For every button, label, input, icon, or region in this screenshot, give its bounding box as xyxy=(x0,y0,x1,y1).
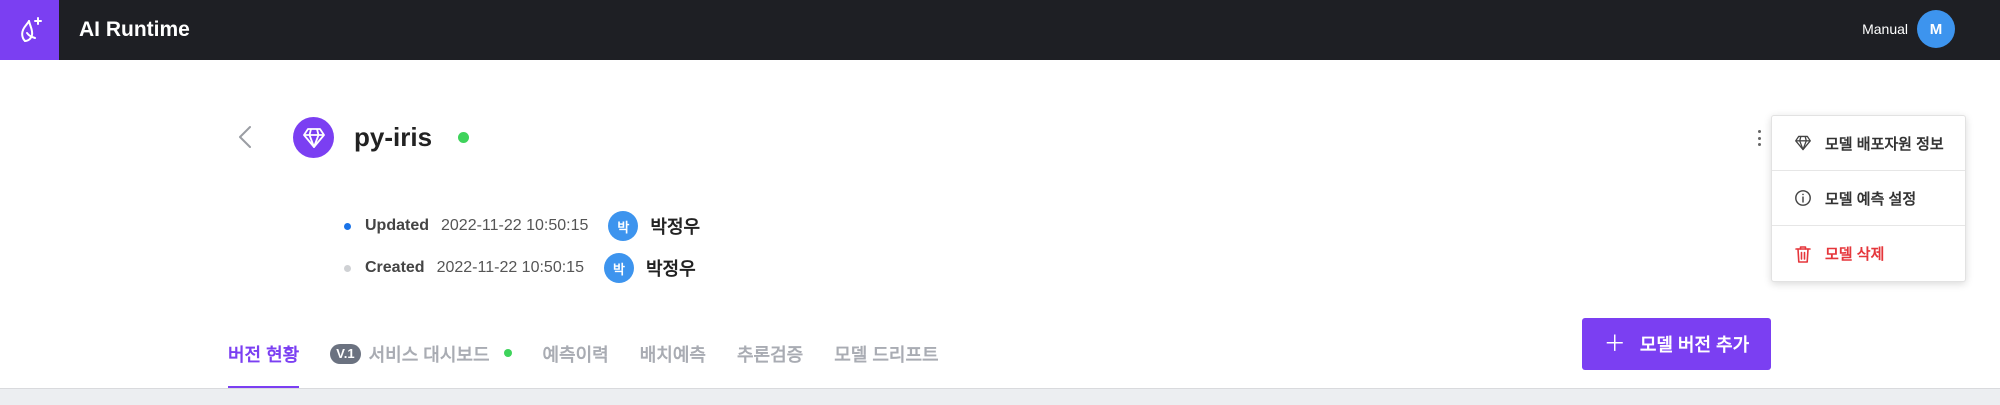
add-model-version-button[interactable]: ＋ 모델 버전 추가 xyxy=(1582,318,1771,370)
tab-label: 배치예측 xyxy=(639,345,706,365)
user-avatar-small: 박 xyxy=(608,211,639,241)
meta-created-row: Created 2022-11-22 10:50:15 박 박정우 xyxy=(344,253,696,283)
model-options-menu: 모델 배포자원 정보 모델 예측 설정 모델 삭제 xyxy=(1771,115,1966,282)
user-avatar-small: 박 xyxy=(603,253,634,283)
plus-icon: ＋ xyxy=(1603,331,1626,356)
meta-label: Updated xyxy=(365,217,429,234)
kebab-dot xyxy=(1757,143,1761,146)
logo-icon xyxy=(20,17,42,42)
trash-icon xyxy=(1793,244,1813,264)
service-status-dot xyxy=(503,349,512,357)
tab-inference-validation[interactable]: 추론검증 xyxy=(737,333,803,389)
meta-label: Created xyxy=(365,259,425,276)
meta-time: 2022-11-22 10:50:15 xyxy=(436,259,584,276)
info-circle-icon xyxy=(1793,188,1813,208)
meta-user: 박정우 xyxy=(650,217,701,237)
user-avatar[interactable]: M xyxy=(1917,10,1955,48)
model-tabs: 버전 현황 V.1 서비스 대시보드 예측이력 배치예측 추론검증 모델 드리프… xyxy=(228,333,970,389)
tab-model-drift[interactable]: 모델 드리프트 xyxy=(834,333,938,389)
menu-item-label: 모델 삭제 xyxy=(1825,246,1885,263)
more-options-button[interactable] xyxy=(1752,126,1766,150)
diamond-icon xyxy=(1793,133,1813,153)
kebab-dot xyxy=(1757,136,1761,140)
meta-time: 2022-11-22 10:50:15 xyxy=(441,217,589,234)
tab-version-status[interactable]: 버전 현황 xyxy=(228,333,300,389)
kebab-dot xyxy=(1757,130,1761,133)
model-avatar xyxy=(293,117,334,158)
tab-label: 모델 드리프트 xyxy=(834,345,939,365)
tab-prediction-history[interactable]: 예측이력 xyxy=(543,333,609,389)
tab-service-dashboard[interactable]: V.1 서비스 대시보드 xyxy=(330,333,512,389)
tab-label: 추론검증 xyxy=(737,345,804,365)
tab-label: 서비스 대시보드 xyxy=(368,345,490,365)
app-title: AI Runtime xyxy=(79,18,190,41)
top-bar: AI Runtime Manual M xyxy=(0,0,2000,60)
menu-item-prediction-settings[interactable]: 모델 예측 설정 xyxy=(1772,171,1965,226)
diamond-icon xyxy=(302,127,325,148)
content-area-top xyxy=(0,389,2000,405)
back-button[interactable] xyxy=(232,124,258,150)
tab-label: 예측이력 xyxy=(542,345,609,365)
user-name[interactable]: Manual xyxy=(1862,0,1908,58)
chevron-left-icon xyxy=(239,126,251,148)
menu-item-label: 모델 배포자원 정보 xyxy=(1825,135,1944,153)
add-model-version-label: 모델 버전 추가 xyxy=(1639,335,1750,355)
meta-dot xyxy=(344,222,351,230)
menu-item-delete-model[interactable]: 모델 삭제 xyxy=(1772,226,1965,281)
model-status-dot xyxy=(458,132,469,143)
app-logo[interactable] xyxy=(0,0,59,60)
tab-label: 버전 현황 xyxy=(228,345,300,365)
meta-updated-row: Updated 2022-11-22 10:50:15 박 박정우 xyxy=(344,211,700,241)
menu-item-label: 모델 예측 설정 xyxy=(1825,190,1917,208)
tab-batch-prediction[interactable]: 배치예측 xyxy=(640,333,706,389)
model-name: py-iris xyxy=(354,122,433,152)
meta-user: 박정우 xyxy=(645,259,696,279)
menu-item-resource-info[interactable]: 모델 배포자원 정보 xyxy=(1772,116,1965,171)
meta-dot xyxy=(344,264,351,272)
version-badge: V.1 xyxy=(330,344,361,364)
